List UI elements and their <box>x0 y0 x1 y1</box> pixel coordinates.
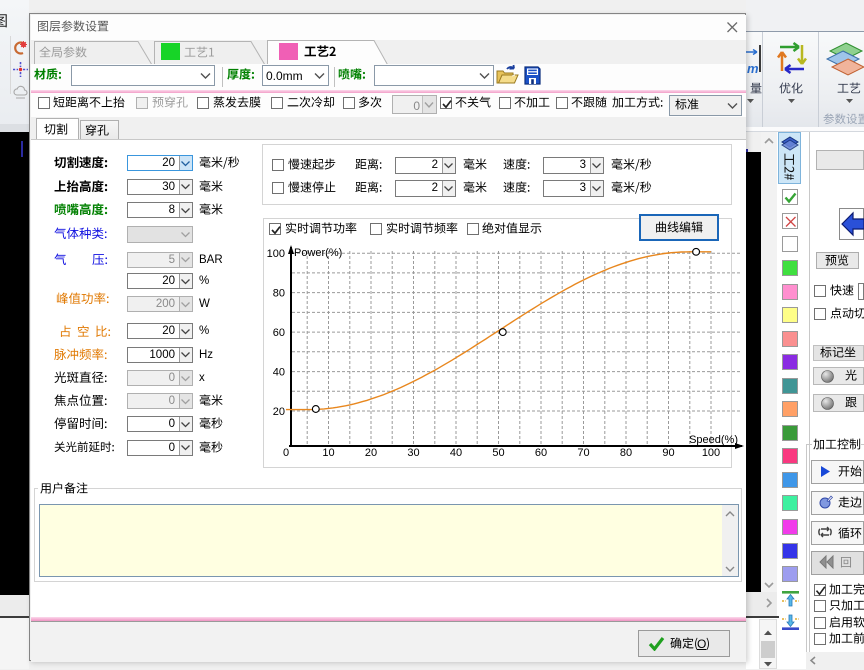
svg-text:Speed(%): Speed(%) <box>689 434 738 446</box>
svg-text:20: 20 <box>365 447 377 459</box>
svg-text:70: 70 <box>577 447 589 459</box>
svg-text:100: 100 <box>267 248 285 260</box>
svg-text:0: 0 <box>283 447 289 459</box>
svg-text:20: 20 <box>273 406 285 418</box>
svg-text:80: 80 <box>620 447 632 459</box>
svg-text:60: 60 <box>535 447 547 459</box>
svg-text:90: 90 <box>662 447 674 459</box>
svg-text:50: 50 <box>492 447 504 459</box>
svg-text:40: 40 <box>450 447 462 459</box>
svg-text:30: 30 <box>407 447 419 459</box>
svg-text:10: 10 <box>322 447 334 459</box>
svg-text:Power(%): Power(%) <box>294 247 342 259</box>
svg-text:60: 60 <box>273 327 285 339</box>
svg-text:100: 100 <box>702 447 720 459</box>
svg-text:40: 40 <box>273 367 285 379</box>
svg-text:80: 80 <box>273 288 285 300</box>
